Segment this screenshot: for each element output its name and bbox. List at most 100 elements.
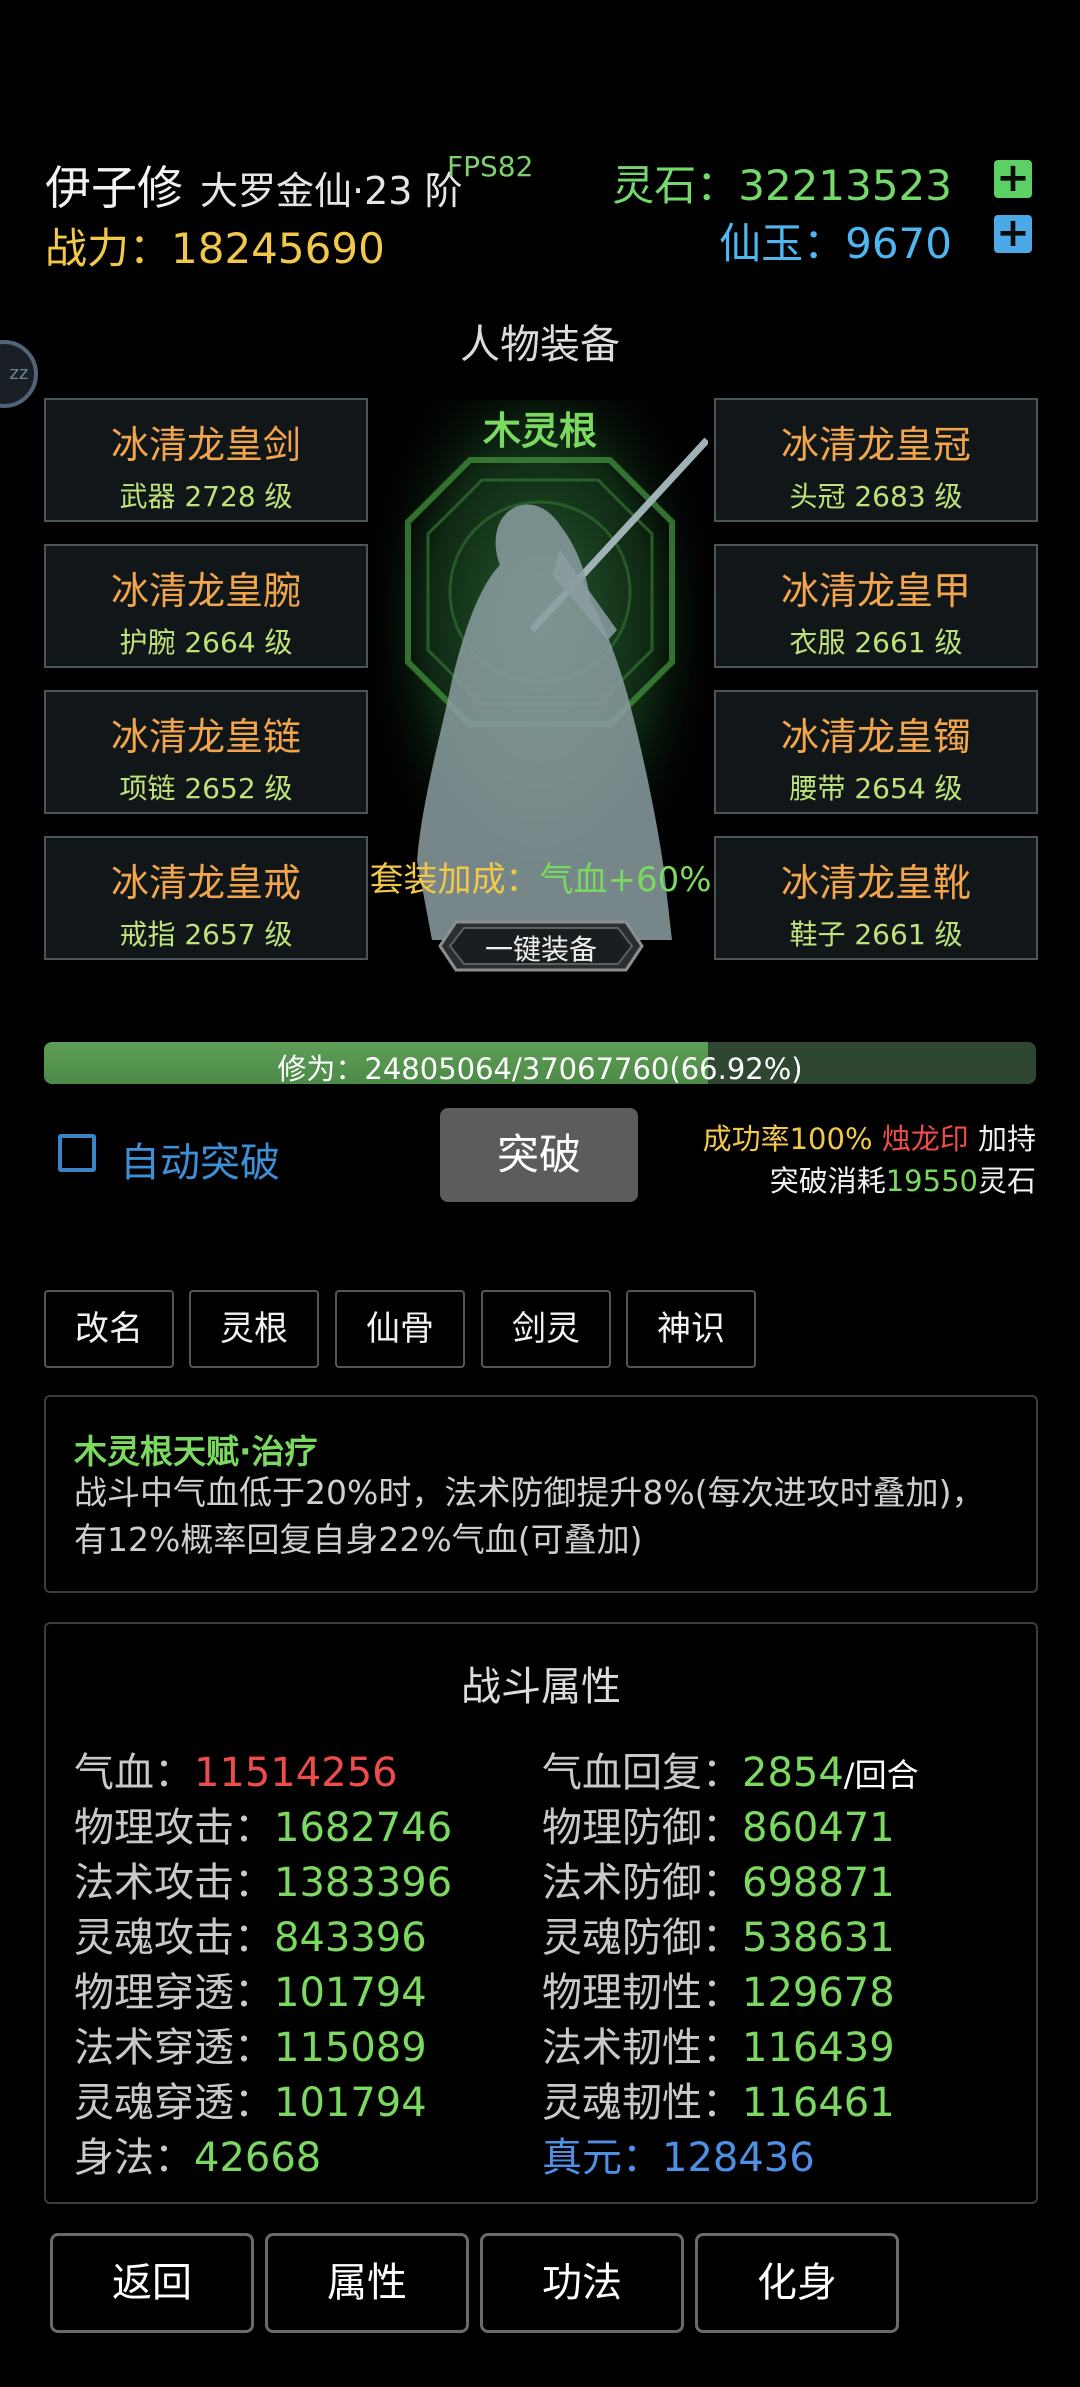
equip-name: 冰清龙皇剑 [110,423,301,467]
equip-level: 腰带 2654 级 [789,772,963,805]
stat-value: 115089 [274,2025,427,2071]
equip-slot-armor[interactable]: 冰清龙皇甲 衣服 2661 级 [714,544,1038,668]
stat-soul-attack: 灵魂攻击：843396 [74,1905,427,1963]
combat-stats-title: 战斗属性 [461,1664,621,1710]
stat-value: 101794 [274,1970,427,2016]
jade-value: 9670 [845,219,952,268]
stat-label: 法术穿透： [74,2025,274,2071]
stat-value: 42668 [194,2135,322,2181]
stat-soul-pen: 灵魂穿透：101794 [74,2070,427,2128]
stat-label: 灵魂攻击： [74,1915,274,1961]
stat-value: 538631 [742,1915,895,1961]
attributes-button[interactable]: 属性 [265,2233,469,2333]
spirit-stone-display: 灵石：32213523 [612,152,952,213]
stat-value: 11514256 [194,1750,398,1796]
stat-label: 灵魂穿透： [74,2080,274,2126]
stat-magic-attack: 法术攻击：1383396 [74,1850,452,1908]
equip-slot-belt[interactable]: 冰清龙皇镯 腰带 2654 级 [714,690,1038,814]
stat-value: 101794 [274,2080,427,2126]
stat-label: 物理防御： [542,1805,742,1851]
divine-sense-button[interactable]: 神识 [626,1290,756,1368]
stat-value: 843396 [274,1915,427,1961]
success-rate-label: 成功率100% [702,1122,873,1156]
spirit-root-label: 木灵根 [482,409,597,453]
equip-slot-weapon[interactable]: 冰清龙皇剑 武器 2728 级 [44,398,368,522]
rename-button[interactable]: 改名 [44,1290,174,1368]
stat-value: 1682746 [274,1805,453,1851]
equip-slot-necklace[interactable]: 冰清龙皇链 项链 2652 级 [44,690,368,814]
stat-soul-tenacity: 灵魂韧性：116461 [542,2070,895,2128]
add-stone-button[interactable]: + [994,158,1032,198]
stat-label: 法术攻击： [74,1860,274,1906]
spirit-root-button[interactable]: 灵根 [189,1290,319,1368]
equip-level: 项链 2652 级 [119,772,293,805]
equip-level: 戒指 2657 级 [119,918,293,951]
equip-name: 冰清龙皇腕 [110,569,301,613]
stat-magic-defense: 法术防御：698871 [542,1850,895,1908]
immortal-bone-button[interactable]: 仙骨 [335,1290,465,1368]
auto-breakthrough-checkbox[interactable] [58,1134,96,1172]
stat-value: 698871 [742,1860,895,1906]
auto-breakthrough-label: 自动突破 [120,1140,280,1186]
stone-label: 灵石： [612,161,739,210]
stat-label: 物理韧性： [542,1970,742,2016]
stat-soul-defense: 灵魂防御：538631 [542,1905,895,1963]
stat-label: 法术防御： [542,1860,742,1906]
jade-display: 仙玉：9670 [719,210,952,271]
combat-stats-panel: 战斗属性 气血：11514256 物理攻击：1682746 法术攻击：13833… [44,1622,1038,2204]
equipment-title: 人物装备 [460,322,620,368]
equip-slot-bracer[interactable]: 冰清龙皇腕 护腕 2664 级 [44,544,368,668]
one-key-equip-label: 一键装备 [484,933,597,966]
stat-label: 物理攻击： [74,1805,274,1851]
equip-level: 护腕 2664 级 [119,626,293,659]
cost-unit: 灵石 [977,1164,1036,1198]
stat-label: 气血： [74,1750,194,1796]
character-name: 伊子修 [45,161,183,215]
stat-physical-pen: 物理穿透：101794 [74,1960,427,2018]
cost-label: 突破消耗 [769,1164,886,1198]
equip-slot-ring[interactable]: 冰清龙皇戒 戒指 2657 级 [44,836,368,960]
seal-suffix: 加持 [977,1122,1036,1156]
equip-name: 冰清龙皇靴 [780,861,971,905]
stat-label: 法术韧性： [542,2025,742,2071]
equip-name: 冰清龙皇冠 [780,423,971,467]
set-bonus-value: 气血+60% [539,860,712,900]
stat-magic-tenacity: 法术韧性：116439 [542,2015,895,2073]
breakthrough-button[interactable]: 突破 [440,1108,638,1202]
success-rate: 成功率100% 烛龙印 加持 [703,1116,1036,1158]
back-button[interactable]: 返回 [50,2233,254,2333]
set-bonus: 套装加成：气血+60% [368,852,713,901]
add-jade-button[interactable]: + [994,213,1032,253]
avatar-button[interactable]: 化身 [695,2233,899,2333]
stat-label: 灵魂防御： [542,1915,742,1961]
stat-label: 气血回复： [542,1750,742,1796]
equip-slot-crown[interactable]: 冰清龙皇冠 头冠 2683 级 [714,398,1038,522]
stat-agility: 身法：42668 [74,2125,321,2183]
realm-label: 大罗金仙·23 阶 [200,169,463,213]
cultivation-label: 修为：24805064/37067760(66.92%) [277,1052,803,1084]
stat-true-essence: 真元：128436 [542,2125,815,2183]
equip-level: 衣服 2661 级 [789,626,963,659]
stat-hp-regen: 气血回复：2854/回合 [542,1740,919,1798]
set-bonus-label: 套装加成： [369,860,540,900]
stat-value: 129678 [742,1970,895,2016]
equip-slot-boots[interactable]: 冰清龙皇靴 鞋子 2661 级 [714,836,1038,960]
stat-value: 116461 [742,2080,895,2126]
one-key-equip-button[interactable]: 一键装备 [438,918,644,974]
stat-label: 身法： [74,2135,194,2181]
stat-value: 860471 [742,1805,895,1851]
stat-label: 灵魂韧性： [542,2080,742,2126]
techniques-button[interactable]: 功法 [480,2233,684,2333]
jade-label: 仙玉： [719,219,846,268]
stat-label: 真元： [542,2135,662,2181]
equip-name: 冰清龙皇戒 [110,861,301,905]
cultivation-progress-bar: 修为：24805064/37067760(66.92%) [44,1042,1036,1084]
equip-name: 冰清龙皇链 [110,715,301,759]
talent-title: 木灵根天赋·治疗 [74,1432,318,1471]
breakthrough-cost: 突破消耗19550灵石 [770,1158,1036,1200]
equip-level: 武器 2728 级 [119,480,293,513]
power-label: 战力： [45,224,172,273]
stat-magic-pen: 法术穿透：115089 [74,2015,427,2073]
sword-spirit-button[interactable]: 剑灵 [481,1290,611,1368]
seal-name: 烛龙印 [881,1122,969,1156]
